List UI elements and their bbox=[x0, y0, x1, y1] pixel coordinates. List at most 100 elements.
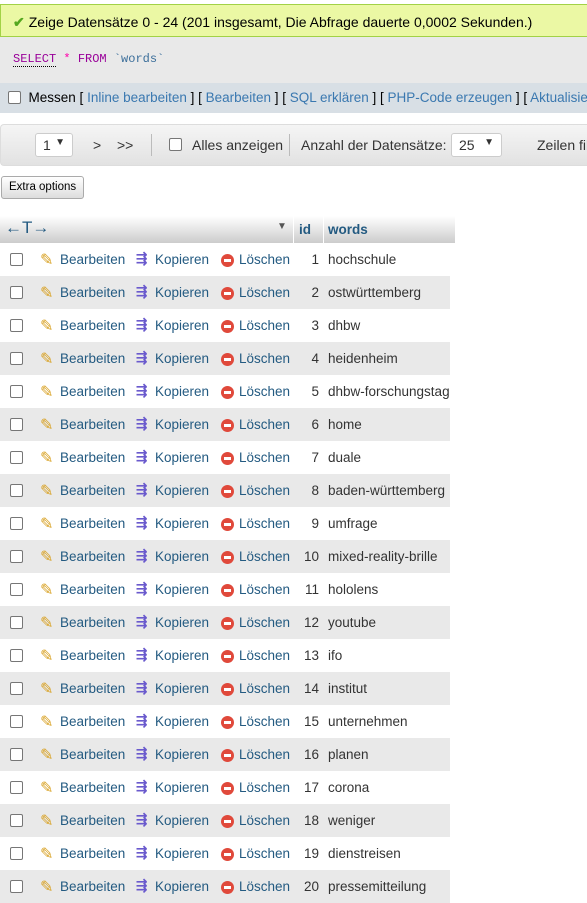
cell-words[interactable]: institut bbox=[328, 681, 367, 696]
edit-link[interactable]: Bearbeiten bbox=[60, 417, 125, 432]
row-checkbox[interactable] bbox=[10, 484, 23, 497]
edit-link[interactable]: Bearbeiten bbox=[60, 813, 125, 828]
explain-link[interactable]: SQL erklären bbox=[290, 90, 369, 105]
cell-words[interactable]: ifo bbox=[328, 648, 342, 663]
delete-link[interactable]: Löschen bbox=[239, 747, 290, 762]
cell-words[interactable]: hochschule bbox=[328, 252, 396, 267]
delete-link[interactable]: Löschen bbox=[239, 780, 290, 795]
cell-words[interactable]: dhbw bbox=[328, 318, 360, 333]
cell-words[interactable]: home bbox=[328, 417, 362, 432]
copy-link[interactable]: Kopieren bbox=[155, 549, 209, 564]
delete-link[interactable]: Löschen bbox=[239, 351, 290, 366]
edit-link[interactable]: Bearbeiten bbox=[60, 450, 125, 465]
cell-words[interactable]: duale bbox=[328, 450, 361, 465]
row-checkbox[interactable] bbox=[10, 847, 23, 860]
cell-words[interactable]: corona bbox=[328, 780, 369, 795]
delete-link[interactable]: Löschen bbox=[239, 285, 290, 300]
column-resize-icon[interactable]: ←T→ bbox=[5, 218, 49, 238]
php-code-link[interactable]: PHP-Code erzeugen bbox=[388, 90, 513, 105]
copy-link[interactable]: Kopieren bbox=[155, 681, 209, 696]
copy-link[interactable]: Kopieren bbox=[155, 252, 209, 267]
copy-link[interactable]: Kopieren bbox=[155, 648, 209, 663]
delete-link[interactable]: Löschen bbox=[239, 252, 290, 267]
delete-link[interactable]: Löschen bbox=[239, 318, 290, 333]
copy-link[interactable]: Kopieren bbox=[155, 384, 209, 399]
delete-link[interactable]: Löschen bbox=[239, 483, 290, 498]
row-checkbox[interactable] bbox=[10, 649, 23, 662]
sql-keyword[interactable]: SELECT bbox=[13, 52, 57, 67]
delete-link[interactable]: Löschen bbox=[239, 879, 290, 894]
edit-link[interactable]: Bearbeiten bbox=[60, 351, 125, 366]
copy-link[interactable]: Kopieren bbox=[155, 879, 209, 894]
row-checkbox[interactable] bbox=[10, 352, 23, 365]
edit-link[interactable]: Bearbeiten bbox=[60, 615, 125, 630]
cell-words[interactable]: umfrage bbox=[328, 516, 378, 531]
cell-words[interactable]: mixed-reality-brille bbox=[328, 549, 438, 564]
edit-link[interactable]: Bearbeiten bbox=[60, 483, 125, 498]
row-checkbox[interactable] bbox=[10, 418, 23, 431]
copy-link[interactable]: Kopieren bbox=[155, 351, 209, 366]
row-checkbox[interactable] bbox=[10, 253, 23, 266]
copy-link[interactable]: Kopieren bbox=[155, 516, 209, 531]
edit-link[interactable]: Bearbeiten bbox=[60, 285, 125, 300]
row-checkbox[interactable] bbox=[10, 385, 23, 398]
edit-link[interactable]: Bearbeiten bbox=[60, 681, 125, 696]
delete-link[interactable]: Löschen bbox=[239, 549, 290, 564]
edit-link[interactable]: Bearbeiten bbox=[60, 549, 125, 564]
edit-link[interactable]: Bearbeiten bbox=[206, 90, 271, 105]
copy-link[interactable]: Kopieren bbox=[155, 285, 209, 300]
messen-checkbox[interactable] bbox=[8, 91, 21, 104]
cell-words[interactable]: ostwürttemberg bbox=[328, 285, 421, 300]
row-checkbox[interactable] bbox=[10, 517, 23, 530]
edit-link[interactable]: Bearbeiten bbox=[60, 516, 125, 531]
edit-link[interactable]: Bearbeiten bbox=[60, 846, 125, 861]
delete-link[interactable]: Löschen bbox=[239, 813, 290, 828]
row-checkbox[interactable] bbox=[10, 880, 23, 893]
row-checkbox[interactable] bbox=[10, 781, 23, 794]
header-id[interactable]: id bbox=[299, 222, 311, 237]
delete-link[interactable]: Löschen bbox=[239, 648, 290, 663]
delete-link[interactable]: Löschen bbox=[239, 516, 290, 531]
delete-link[interactable]: Löschen bbox=[239, 582, 290, 597]
copy-link[interactable]: Kopieren bbox=[155, 747, 209, 762]
delete-link[interactable]: Löschen bbox=[239, 384, 290, 399]
next-page-button[interactable]: > bbox=[93, 137, 101, 153]
row-checkbox[interactable] bbox=[10, 682, 23, 695]
copy-link[interactable]: Kopieren bbox=[155, 846, 209, 861]
cell-words[interactable]: baden-württemberg bbox=[328, 483, 445, 498]
row-checkbox[interactable] bbox=[10, 583, 23, 596]
delete-link[interactable]: Löschen bbox=[239, 846, 290, 861]
row-checkbox[interactable] bbox=[10, 748, 23, 761]
copy-link[interactable]: Kopieren bbox=[155, 450, 209, 465]
inline-edit-link[interactable]: Inline bearbeiten bbox=[87, 90, 187, 105]
copy-link[interactable]: Kopieren bbox=[155, 417, 209, 432]
row-checkbox[interactable] bbox=[10, 286, 23, 299]
delete-link[interactable]: Löschen bbox=[239, 450, 290, 465]
edit-link[interactable]: Bearbeiten bbox=[60, 648, 125, 663]
cell-words[interactable]: heidenheim bbox=[328, 351, 398, 366]
cell-words[interactable]: unternehmen bbox=[328, 714, 408, 729]
delete-link[interactable]: Löschen bbox=[239, 681, 290, 696]
cell-words[interactable]: weniger bbox=[328, 813, 375, 828]
delete-link[interactable]: Löschen bbox=[239, 417, 290, 432]
edit-link[interactable]: Bearbeiten bbox=[60, 879, 125, 894]
copy-link[interactable]: Kopieren bbox=[155, 714, 209, 729]
refresh-link[interactable]: Aktualisiere bbox=[530, 90, 587, 105]
copy-link[interactable]: Kopieren bbox=[155, 483, 209, 498]
page-select[interactable]: 1 ▼ bbox=[35, 133, 73, 157]
copy-link[interactable]: Kopieren bbox=[155, 582, 209, 597]
row-checkbox[interactable] bbox=[10, 616, 23, 629]
edit-link[interactable]: Bearbeiten bbox=[60, 747, 125, 762]
copy-link[interactable]: Kopieren bbox=[155, 615, 209, 630]
row-checkbox[interactable] bbox=[10, 814, 23, 827]
copy-link[interactable]: Kopieren bbox=[155, 318, 209, 333]
cell-words[interactable]: planen bbox=[328, 747, 369, 762]
row-checkbox[interactable] bbox=[10, 451, 23, 464]
rows-select[interactable]: 25 ▼ bbox=[451, 133, 502, 157]
last-page-button[interactable]: >> bbox=[117, 137, 133, 153]
header-words[interactable]: words bbox=[328, 222, 368, 237]
sort-dropdown-icon[interactable]: ▼ bbox=[277, 221, 287, 232]
cell-words[interactable]: hololens bbox=[328, 582, 378, 597]
edit-link[interactable]: Bearbeiten bbox=[60, 384, 125, 399]
delete-link[interactable]: Löschen bbox=[239, 615, 290, 630]
